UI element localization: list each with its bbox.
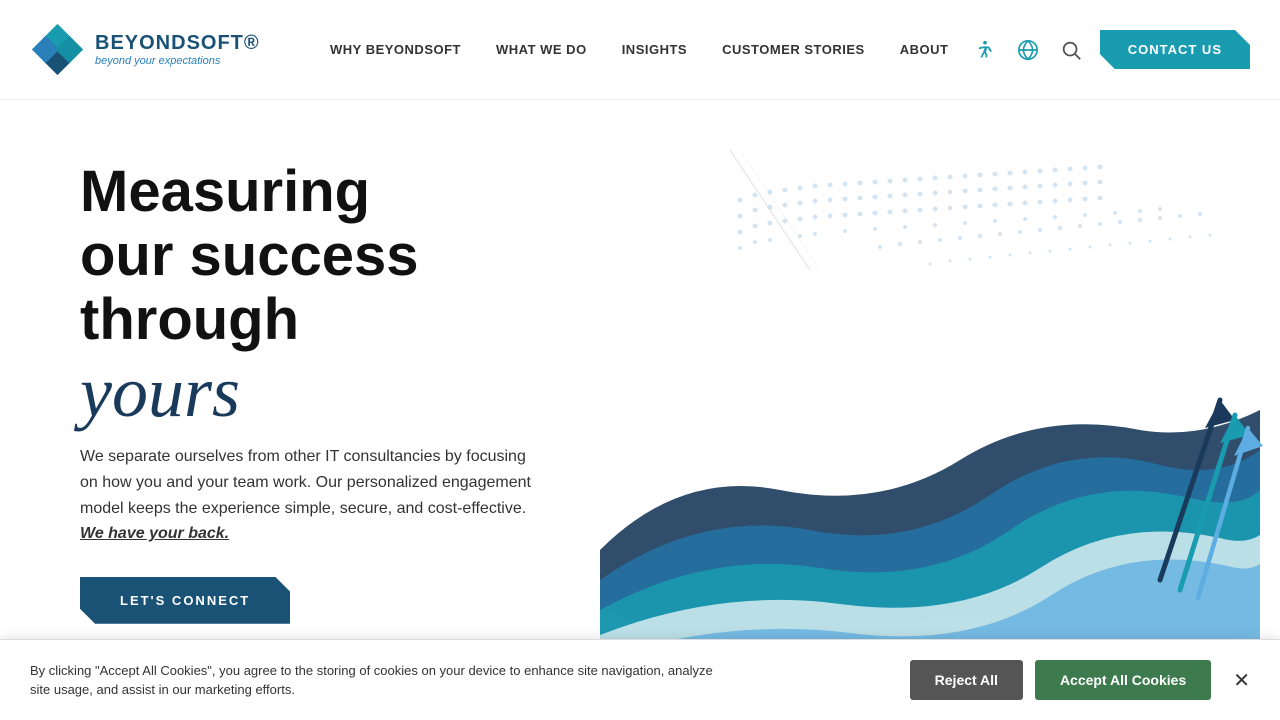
- cookie-actions: Reject All Accept All Cookies ✕: [910, 660, 1250, 700]
- logo-text: BEYONDSOFT® beyond your expectations: [95, 32, 260, 67]
- hero-content: Measuring our success through yours We s…: [80, 140, 600, 624]
- logo-icon: [30, 22, 85, 77]
- reject-cookies-button[interactable]: Reject All: [910, 660, 1023, 700]
- nav-why[interactable]: WHY BEYONDSOFT: [330, 42, 461, 57]
- hero-section: Measuring our success through yours We s…: [0, 100, 1280, 720]
- brand-name: BEYONDSOFT®: [95, 32, 260, 55]
- hero-title: Measuring our success through: [80, 160, 600, 351]
- logo[interactable]: BEYONDSOFT® beyond your expectations: [30, 22, 290, 77]
- brand-tagline: beyond your expectations: [95, 55, 260, 67]
- cookie-text: By clicking "Accept All Cookies", you ag…: [30, 661, 730, 700]
- nav-icons: [971, 36, 1085, 64]
- hero-visual: [600, 140, 1220, 720]
- lets-connect-button[interactable]: LET'S CONNECT: [80, 577, 290, 624]
- accessibility-icon[interactable]: [971, 36, 999, 64]
- navbar: BEYONDSOFT® beyond your expectations WHY…: [0, 0, 1280, 100]
- nav-stories[interactable]: CUSTOMER STORIES: [722, 42, 865, 57]
- cookie-banner: By clicking "Accept All Cookies", you ag…: [0, 639, 1280, 720]
- hero-cta: LET'S CONNECT: [80, 577, 600, 624]
- hero-link[interactable]: We have your back.: [80, 525, 229, 542]
- hero-script-title: yours: [80, 351, 600, 434]
- contact-button[interactable]: CONTACT US: [1100, 30, 1250, 69]
- nav-links: WHY BEYONDSOFT WHAT WE DO INSIGHTS CUSTO…: [330, 42, 971, 57]
- search-icon[interactable]: [1057, 36, 1085, 64]
- close-cookie-banner-button[interactable]: ✕: [1233, 668, 1250, 693]
- hero-description: We separate ourselves from other IT cons…: [80, 444, 540, 546]
- accept-cookies-button[interactable]: Accept All Cookies: [1035, 660, 1211, 700]
- nav-about[interactable]: ABOUT: [900, 42, 949, 57]
- nav-insights[interactable]: INSIGHTS: [622, 42, 687, 57]
- nav-what[interactable]: WHAT WE DO: [496, 42, 587, 57]
- globe-icon[interactable]: [1014, 36, 1042, 64]
- hero-wave-graphic: [580, 120, 1280, 700]
